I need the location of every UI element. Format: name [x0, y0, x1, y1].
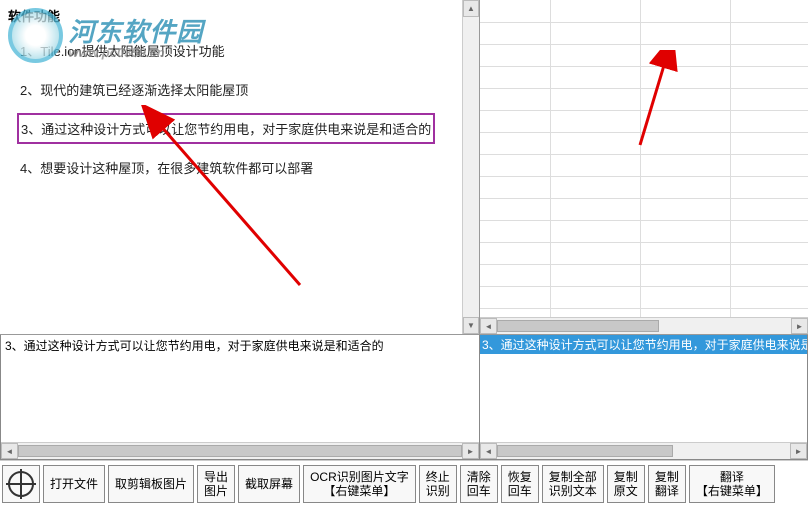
screenshot-button[interactable]: 截取屏幕	[238, 465, 300, 503]
scroll-right-button[interactable]: ►	[790, 443, 807, 459]
crosshair-tool-button[interactable]	[2, 465, 40, 503]
translation-panel[interactable]: 3、通过这种设计方式可以让您节约用电，对于家庭供电来说是和适合的 ◄ ►	[480, 335, 808, 460]
main-area: 软件功能 1、Tile.ion提供太阳能屋顶设计功能 2、现代的建筑已经逐渐选择…	[0, 0, 808, 335]
content-list: 1、Tile.ion提供太阳能屋顶设计功能 2、现代的建筑已经逐渐选择太阳能屋顶…	[0, 29, 479, 189]
section-title: 软件功能	[0, 0, 479, 29]
vertical-scrollbar[interactable]: ▲ ▼	[462, 0, 479, 334]
grid-panel: ◄ ►	[480, 0, 808, 334]
horizontal-scrollbar[interactable]: ◄ ►	[480, 317, 808, 334]
open-file-button[interactable]: 打开文件	[43, 465, 105, 503]
toolbar: 打开文件 取剪辑板图片 导出 图片 截取屏幕 OCR识别图片文字 【右键菜单】 …	[0, 460, 808, 507]
ocr-button[interactable]: OCR识别图片文字 【右键菜单】	[303, 465, 416, 503]
translate-button[interactable]: 翻译 【右键菜单】	[689, 465, 775, 503]
source-text-panel: 软件功能 1、Tile.ion提供太阳能屋顶设计功能 2、现代的建筑已经逐渐选择…	[0, 0, 480, 334]
copy-original-button[interactable]: 复制 原文	[607, 465, 645, 503]
horizontal-scrollbar[interactable]: ◄ ►	[480, 442, 807, 459]
copy-all-ocr-button[interactable]: 复制全部 识别文本	[542, 465, 604, 503]
scroll-up-button[interactable]: ▲	[463, 0, 479, 17]
scroll-left-button[interactable]: ◄	[480, 318, 497, 334]
restore-enter-button[interactable]: 恢复 回车	[501, 465, 539, 503]
scroll-left-button[interactable]: ◄	[480, 443, 497, 459]
export-image-button[interactable]: 导出 图片	[197, 465, 235, 503]
clear-enter-button[interactable]: 清除 回车	[460, 465, 498, 503]
list-item[interactable]: 2、现代的建筑已经逐渐选择太阳能屋顶	[20, 70, 459, 109]
grid-area[interactable]	[480, 0, 808, 317]
scroll-right-button[interactable]: ►	[791, 318, 808, 334]
scroll-down-button[interactable]: ▼	[463, 317, 479, 334]
scroll-left-button[interactable]: ◄	[1, 443, 18, 459]
list-item[interactable]: 1、Tile.ion提供太阳能屋顶设计功能	[20, 31, 459, 70]
copy-translation-button[interactable]: 复制 翻译	[648, 465, 686, 503]
scroll-right-button[interactable]: ►	[462, 443, 479, 459]
text-panels-row: 3、通过这种设计方式可以让您节约用电，对于家庭供电来说是和适合的 ◄ ► 3、通…	[0, 335, 808, 460]
crosshair-icon	[8, 471, 34, 497]
crop-clipboard-button[interactable]: 取剪辑板图片	[108, 465, 194, 503]
list-item[interactable]: 4、想要设计这种屋顶，在很多建筑软件都可以部署	[20, 148, 459, 187]
ocr-result-textarea[interactable]: 3、通过这种设计方式可以让您节约用电，对于家庭供电来说是和适合的 ◄ ►	[0, 335, 480, 460]
stop-ocr-button[interactable]: 终止 识别	[419, 465, 457, 503]
ocr-result-text: 3、通过这种设计方式可以让您节约用电，对于家庭供电来说是和适合的	[5, 339, 384, 353]
translation-selected-text[interactable]: 3、通过这种设计方式可以让您节约用电，对于家庭供电来说是和适合的	[480, 335, 808, 354]
list-item-selected[interactable]: 3、通过这种设计方式可以让您节约用电，对于家庭供电来说是和适合的	[17, 113, 435, 144]
horizontal-scrollbar[interactable]: ◄ ►	[1, 442, 479, 459]
